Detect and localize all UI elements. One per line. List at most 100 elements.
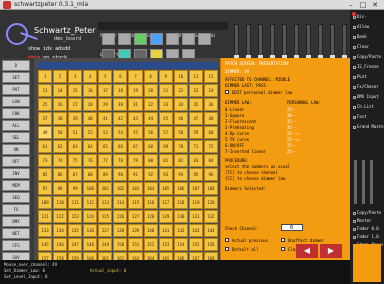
dimmer-cell[interactable]: 4 bbox=[83, 70, 98, 83]
dimmer-cell[interactable]: 17 bbox=[98, 84, 113, 97]
dimmer-cell[interactable]: 83 bbox=[188, 154, 203, 167]
left-tool-button[interactable]: ON bbox=[2, 144, 30, 155]
dimmer-cell[interactable]: 72 bbox=[203, 140, 218, 153]
checkbox-icon[interactable] bbox=[353, 65, 356, 69]
dimmer-cell[interactable]: 26 bbox=[53, 98, 68, 111]
dimmer-cell[interactable]: 91 bbox=[128, 168, 143, 181]
right-option[interactable]: Ch.List bbox=[353, 104, 374, 109]
dimmer-cell[interactable]: 34 bbox=[173, 98, 188, 111]
dimmer-cell[interactable]: 144 bbox=[203, 224, 218, 237]
left-tool-button[interactable]: MEM bbox=[2, 180, 30, 191]
dimmer-cell[interactable]: 58 bbox=[173, 126, 188, 139]
dimmer-cell[interactable]: 115 bbox=[128, 196, 143, 209]
checkbox-icon[interactable] bbox=[353, 125, 356, 129]
dimmer-cell[interactable]: 36 bbox=[203, 98, 218, 111]
right-option[interactable]: Copy/Paste bbox=[353, 54, 381, 59]
checkbox-icon[interactable] bbox=[353, 105, 356, 109]
dimmer-cell[interactable]: 148 bbox=[83, 238, 98, 251]
dimmer-cell[interactable]: 156 bbox=[203, 238, 218, 251]
law-option[interactable]: 4-Up curve bbox=[225, 131, 249, 136]
chart-button[interactable] bbox=[118, 33, 131, 45]
left-tool-button[interactable]: PAT bbox=[2, 84, 30, 95]
dimmer-cell[interactable]: 121 bbox=[38, 210, 53, 223]
dimmer-cell[interactable]: 6 bbox=[113, 70, 128, 83]
dimmer-cell[interactable]: 84 bbox=[203, 154, 218, 167]
dimmer-cell[interactable]: 107 bbox=[188, 182, 203, 195]
dimmer-cell[interactable]: 38 bbox=[53, 112, 68, 125]
dimmer-cell[interactable]: 3 bbox=[68, 70, 83, 83]
right-option[interactable]: Dis- bbox=[353, 14, 367, 19]
dimmer-cell[interactable]: 118 bbox=[173, 196, 188, 209]
check-channel-input[interactable]: 0 bbox=[281, 224, 303, 231]
dimmer-cell[interactable]: 133 bbox=[38, 224, 53, 237]
dimmer-cell[interactable]: 30 bbox=[113, 98, 128, 111]
dimmer-cell[interactable]: 47 bbox=[188, 112, 203, 125]
checkbox-icon[interactable] bbox=[353, 227, 356, 231]
dimmer-cell[interactable]: 88 bbox=[83, 168, 98, 181]
dimmer-cell[interactable]: 52 bbox=[83, 126, 98, 139]
right-option[interactable]: Copy/Paste bbox=[353, 210, 381, 215]
dimmer-cell[interactable]: 29 bbox=[98, 98, 113, 111]
dimmer-cell[interactable]: 71 bbox=[188, 140, 203, 153]
dimmer-cell[interactable]: 51 bbox=[68, 126, 83, 139]
dimmer-cell[interactable]: 24 bbox=[203, 84, 218, 97]
default-all-checkbox[interactable] bbox=[225, 247, 229, 251]
master-fader[interactable] bbox=[370, 160, 373, 204]
dimmer-cell[interactable]: 120 bbox=[203, 196, 218, 209]
dimmer-cell[interactable]: 79 bbox=[128, 154, 143, 167]
dimmer-cell[interactable]: 82 bbox=[173, 154, 188, 167]
right-option[interactable]: Fader 1.0 bbox=[353, 234, 379, 239]
checkbox-icon[interactable] bbox=[353, 211, 356, 215]
dimmer-cell[interactable]: 35 bbox=[188, 98, 203, 111]
dimmer-cell[interactable]: 2 bbox=[53, 70, 68, 83]
dimmer-cell[interactable]: 104 bbox=[143, 182, 158, 195]
left-tool-button[interactable]: SEL bbox=[2, 132, 30, 143]
dimmer-cell[interactable]: 9 bbox=[158, 70, 173, 83]
dimmer-cell[interactable]: 53 bbox=[98, 126, 113, 139]
right-option[interactable]: IS_Freeze bbox=[353, 64, 379, 69]
dimmer-cell[interactable]: 13 bbox=[38, 84, 53, 97]
dimmer-cell[interactable]: 60 bbox=[203, 126, 218, 139]
dimmer-cell[interactable]: 137 bbox=[98, 224, 113, 237]
dimmer-cell[interactable]: 96 bbox=[203, 168, 218, 181]
checkbox-icon[interactable] bbox=[353, 95, 356, 99]
checkbox-icon[interactable] bbox=[353, 55, 356, 59]
dimmer-cell[interactable]: 20 bbox=[143, 84, 158, 97]
dimmer-cell[interactable]: 132 bbox=[203, 210, 218, 223]
dimmer-cell[interactable]: 41 bbox=[98, 112, 113, 125]
dimmer-cell[interactable]: 149 bbox=[98, 238, 113, 251]
right-option[interactable]: Bank bbox=[353, 34, 367, 39]
minimize-icon[interactable]: – bbox=[346, 1, 356, 9]
unaffect-checkbox[interactable] bbox=[281, 238, 285, 242]
dimmer-cell[interactable]: 127 bbox=[128, 210, 143, 223]
dimmer-cell[interactable]: 95 bbox=[188, 168, 203, 181]
left-tool-button[interactable]: D bbox=[2, 60, 30, 71]
dimmer-cell[interactable]: 54 bbox=[113, 126, 128, 139]
dimmer-cell[interactable]: 143 bbox=[188, 224, 203, 237]
dimmer-cell[interactable]: 14 bbox=[53, 84, 68, 97]
dimmer-cell[interactable]: 136 bbox=[83, 224, 98, 237]
dimmer-cell[interactable]: 102 bbox=[113, 182, 128, 195]
dimmer-cell[interactable]: 129 bbox=[158, 210, 173, 223]
dimmer-cell[interactable]: 59 bbox=[188, 126, 203, 139]
right-option[interactable]: Allow bbox=[353, 24, 369, 29]
right-option[interactable]: DMX Input bbox=[353, 94, 379, 99]
right-option[interactable]: PLot bbox=[353, 74, 367, 79]
dimmer-cell[interactable]: 63 bbox=[68, 140, 83, 153]
dimmer-cell[interactable]: 111 bbox=[68, 196, 83, 209]
dimmer-cell[interactable]: 128 bbox=[143, 210, 158, 223]
dimmer-cell[interactable]: 142 bbox=[173, 224, 188, 237]
dimmer-cell[interactable]: 55 bbox=[128, 126, 143, 139]
dimmer-cell[interactable]: 110 bbox=[53, 196, 68, 209]
left-tool-button[interactable]: ALL bbox=[2, 120, 30, 131]
dimmer-cell[interactable]: 108 bbox=[203, 182, 218, 195]
dimmer-cell[interactable]: 8 bbox=[143, 70, 158, 83]
dimmer-cell[interactable]: 139 bbox=[128, 224, 143, 237]
dimmer-cell[interactable]: 135 bbox=[68, 224, 83, 237]
dimmer-cell[interactable]: 124 bbox=[83, 210, 98, 223]
dimmer-cell[interactable]: 113 bbox=[98, 196, 113, 209]
dimmer-cell[interactable]: 123 bbox=[68, 210, 83, 223]
dimmer-cell[interactable]: 66 bbox=[113, 140, 128, 153]
previous-arrow-button[interactable]: ◀ bbox=[296, 244, 318, 258]
dimmer-cell[interactable]: 90 bbox=[113, 168, 128, 181]
